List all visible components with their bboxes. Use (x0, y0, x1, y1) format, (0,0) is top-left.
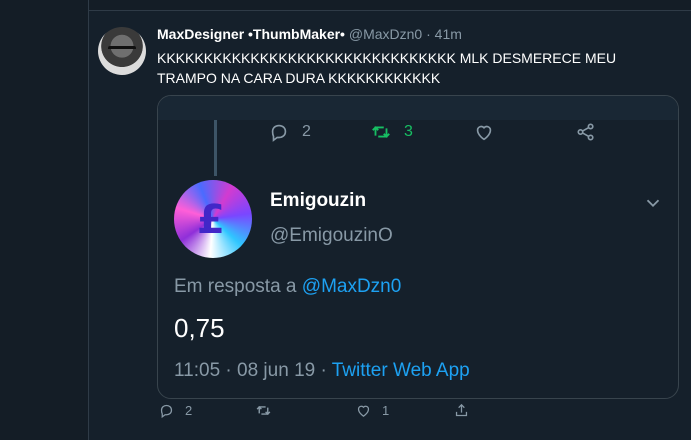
like-count: 1 (382, 403, 390, 418)
tweet-header: MaxDesigner •ThumbMaker• @MaxDzn0 · 41m (157, 26, 462, 42)
quoted-retweet-count: 3 (404, 123, 413, 140)
quoted-tweet-card[interactable]: 2 3 £ Emigouzin @EmigouzinO Em resposta … (157, 95, 679, 399)
reply-icon (271, 124, 287, 142)
reply-prefix: Em resposta a (174, 276, 297, 297)
thread-line (214, 120, 217, 176)
author-name[interactable]: MaxDesigner •ThumbMaker• (157, 26, 345, 42)
quoted-timestamp[interactable]: 11:05 · 08 jun 19 · (174, 360, 327, 381)
like-icon (476, 125, 492, 141)
tweet-time[interactable]: 41m (435, 26, 462, 42)
share-icon (455, 403, 468, 417)
reply-count: 2 (185, 403, 193, 418)
meta-separator: · (426, 26, 431, 42)
quoted-tweet-text: 0,75 (174, 313, 225, 343)
reply-action[interactable]: 2 (158, 402, 192, 419)
quoted-reply-count: 2 (302, 123, 311, 140)
share-action[interactable] (453, 402, 470, 419)
quoted-share-action[interactable] (575, 121, 597, 143)
retweet-icon (256, 405, 271, 416)
reply-icon (160, 404, 173, 419)
quoted-actions-strip (158, 96, 678, 120)
tweet[interactable]: MaxDesigner •ThumbMaker• @MaxDzn0 · 41m … (89, 10, 691, 440)
quoted-reply-action[interactable]: 2 (268, 121, 311, 143)
reply-mention-link[interactable]: @MaxDzn0 (302, 276, 402, 297)
quoted-avatar[interactable]: £ (174, 180, 252, 258)
quoted-source-link[interactable]: Twitter Web App (332, 360, 470, 381)
quoted-author-name[interactable]: Emigouzin (270, 190, 366, 212)
quoted-retweet-action[interactable]: 3 (370, 121, 413, 143)
tweet-text: KKKKKKKKKKKKKKKKKKKKKKKKKKKKKKKK MLK DES… (157, 50, 617, 86)
avatar[interactable] (98, 27, 146, 75)
quoted-tweet-meta: 11:05 · 08 jun 19 · Twitter Web App (174, 360, 470, 382)
quoted-like-action[interactable] (473, 121, 495, 143)
reply-context: Em resposta a @MaxDzn0 (174, 276, 401, 298)
left-sidebar (0, 0, 88, 440)
chevron-down-icon[interactable] (642, 192, 664, 214)
like-icon (357, 405, 370, 417)
retweet-action[interactable] (255, 402, 272, 419)
author-handle[interactable]: @MaxDzn0 (349, 26, 422, 42)
like-action[interactable]: 1 (355, 402, 389, 419)
retweet-icon (372, 126, 390, 138)
quoted-author-handle[interactable]: @EmigouzinO (270, 225, 393, 247)
share-icon (577, 123, 594, 141)
